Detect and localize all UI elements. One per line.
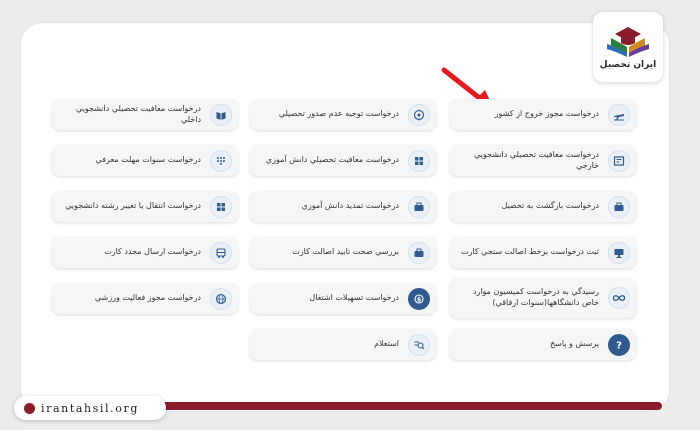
- service-tile-transfer-major[interactable]: درخواست انتقال يا تغيير رشته دانشجويي: [52, 191, 238, 222]
- svg-text:$: $: [417, 295, 422, 303]
- infinity-icon: [608, 287, 630, 309]
- tile-label: درخواست معافيت تحصيلي دانشجويي خارجي: [474, 149, 599, 170]
- briefcase-icon: [408, 241, 430, 264]
- service-tile-inquiry[interactable]: استعلام: [250, 329, 436, 360]
- grid-icon: [210, 195, 232, 218]
- question-icon: ?: [608, 333, 630, 356]
- footer-site-badge[interactable]: irantahsil.org: [14, 396, 166, 420]
- site-logo[interactable]: ایران تحصیل: [593, 12, 663, 82]
- tile-label: درخواست تسهيلات اشتغال: [309, 293, 399, 303]
- tile-label: درخواست سنوات مهلت معرفي: [95, 155, 201, 165]
- service-tile-justification[interactable]: درخواست توجيه عدم صدور تحصيلي: [250, 99, 436, 130]
- tile-label: بررسي صحت تاييد اصالت كارت: [292, 247, 399, 257]
- inquiry-icon: [408, 333, 430, 356]
- service-tile-pupil-exemption[interactable]: درخواست معافيت تحصيلي دانش آموزي: [250, 145, 436, 176]
- service-tile-employment-facilities[interactable]: $ درخواست تسهيلات اشتغال: [250, 283, 436, 314]
- bus-icon: [210, 241, 232, 264]
- tile-label: درخواست معافيت تحصيلي دانشجويي داخلي: [76, 103, 201, 124]
- service-tile-domestic-student-exemption[interactable]: درخواست معافيت تحصيلي دانشجويي داخلي: [52, 99, 238, 130]
- certificate-icon: [608, 149, 630, 172]
- monitor-icon: [608, 241, 630, 264]
- tile-label: درخواست معافيت تحصيلي دانش آموزي: [265, 155, 399, 165]
- tile-label: درخواست بازگشت به تحصيل: [501, 201, 599, 211]
- tile-label: رسيدگي به درخواست كميسيون موارد خاص دانش…: [472, 287, 599, 307]
- tile-label: درخواست ارسال مجدد كارت: [104, 247, 201, 257]
- tile-label: پرسش و پاسخ: [549, 339, 599, 349]
- dial-icon: [210, 149, 232, 172]
- briefcase-icon: [408, 195, 430, 218]
- service-tile-exit-permit[interactable]: درخواست مجوز خروج از کشور: [450, 99, 636, 130]
- tile-label: درخواست توجيه عدم صدور تحصيلي: [278, 109, 399, 119]
- service-tile-foreign-student-exemption[interactable]: درخواست معافيت تحصيلي دانشجويي خارجي: [450, 145, 636, 176]
- tile-label: ثبت درخواست برخط اصالت سنجي كارت: [460, 247, 599, 257]
- service-tile-card-verification[interactable]: بررسي صحت تاييد اصالت كارت: [250, 237, 436, 268]
- coin-icon: $: [408, 287, 430, 310]
- service-tile-card-resend[interactable]: درخواست ارسال مجدد كارت: [52, 237, 238, 268]
- logo-text: ایران تحصیل: [599, 60, 657, 70]
- site-url: irantahsil.org: [41, 401, 139, 415]
- tile-label: استعلام: [374, 339, 399, 349]
- service-tile-introduction-period[interactable]: درخواست سنوات مهلت معرفي: [52, 145, 238, 176]
- svg-text:?: ?: [616, 340, 622, 351]
- service-tile-card-authenticity-online[interactable]: ثبت درخواست برخط اصالت سنجي كارت: [450, 237, 636, 268]
- globe-icon: [24, 402, 35, 414]
- airplane-icon: [608, 103, 630, 126]
- globe-icon: [210, 287, 232, 310]
- books-logo-icon: [607, 27, 649, 57]
- grid-icon: [408, 149, 430, 172]
- tile-label: درخواست مجوز فعاليت ورزشي: [94, 293, 201, 303]
- service-tile-pupil-extension[interactable]: درخواست تمديد دانش آموزي: [250, 191, 436, 222]
- tile-label: درخواست تمديد دانش آموزي: [301, 201, 399, 211]
- compass-icon: [408, 103, 430, 126]
- book-icon: [210, 103, 232, 126]
- briefcase-icon: [608, 195, 630, 218]
- service-tile-sports-permit[interactable]: درخواست مجوز فعاليت ورزشي: [52, 283, 238, 314]
- tile-label: درخواست مجوز خروج از کشور: [494, 109, 599, 119]
- footer-bar: [160, 402, 662, 410]
- service-tile-faq[interactable]: ? پرسش و پاسخ: [450, 329, 636, 360]
- service-tile-return-to-study[interactable]: درخواست بازگشت به تحصيل: [450, 191, 636, 222]
- service-tile-special-cases-commission[interactable]: رسيدگي به درخواست كميسيون موارد خاص دانش…: [450, 278, 636, 318]
- tile-label: درخواست انتقال يا تغيير رشته دانشجويي: [65, 201, 201, 211]
